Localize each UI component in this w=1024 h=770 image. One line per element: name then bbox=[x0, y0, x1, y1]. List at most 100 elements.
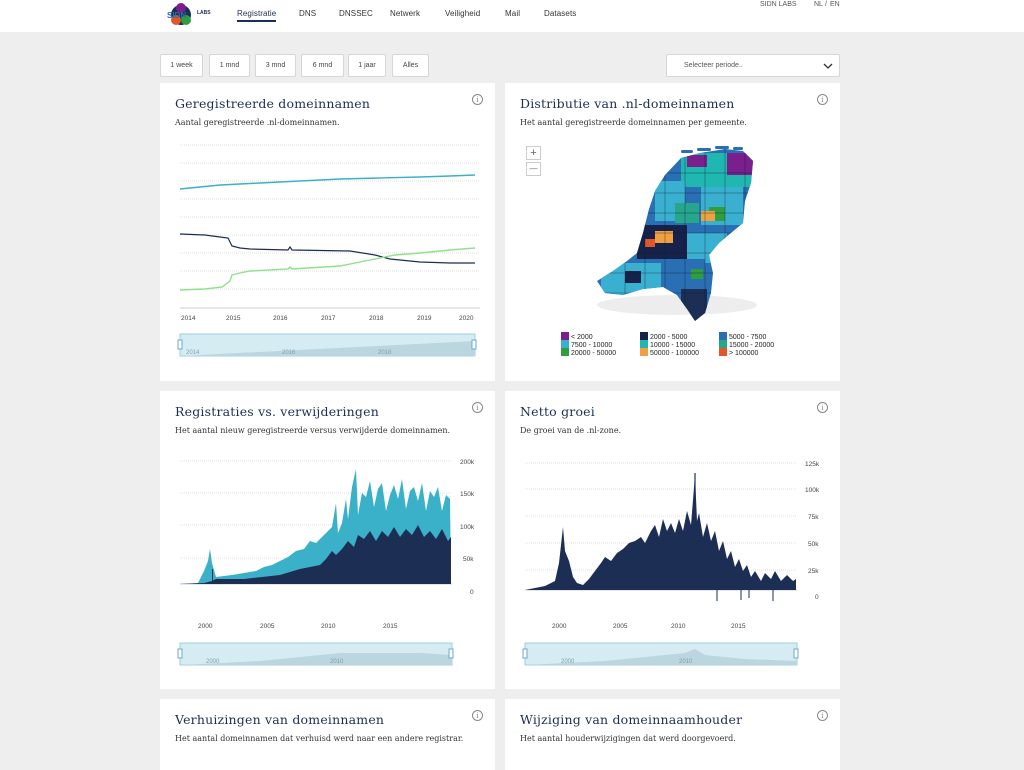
x-tick: 2015 bbox=[731, 623, 746, 630]
navigator-tick: 2000 bbox=[561, 659, 575, 665]
legend-swatch bbox=[561, 348, 569, 356]
negative-spikes bbox=[716, 590, 774, 601]
series-total-line bbox=[179, 174, 476, 190]
legend-item: 20000 - 50000 bbox=[561, 348, 616, 357]
navigator-tick: 2016 bbox=[282, 350, 296, 356]
y-tick: 25k bbox=[808, 568, 819, 575]
y-tick: 50k bbox=[808, 541, 819, 548]
nav-veiligheid[interactable]: Veiligheid bbox=[445, 9, 480, 18]
card-title: Verhuizingen van domeinnamen bbox=[175, 712, 385, 727]
net-growth-area bbox=[525, 475, 796, 590]
period-1-month-button[interactable]: 1 mnd bbox=[209, 54, 250, 77]
card-subtitle: Het aantal domeinnamen dat verhuisd werd… bbox=[175, 734, 464, 743]
registered-domains-chart: 2014 2015 2016 2017 2018 2019 2020 2014 … bbox=[177, 144, 480, 357]
legend-swatch bbox=[719, 348, 727, 356]
registrations-vs-deletions-chart: 200k 150k 100k 50k 0 2000 2005 2010 2015… bbox=[177, 459, 475, 666]
range-navigator[interactable]: 2000 2010 bbox=[177, 642, 454, 666]
y-tick: 200k bbox=[460, 459, 475, 466]
info-icon[interactable]: i bbox=[472, 710, 483, 721]
navigator-handle-right bbox=[471, 339, 477, 350]
distribution-card: Distributie van .nl-domeinnamen Het aant… bbox=[505, 83, 840, 381]
navigator-handle-left bbox=[522, 648, 528, 659]
y-tick: 150k bbox=[460, 491, 475, 498]
legend-swatch bbox=[561, 332, 569, 340]
x-tick: 2000 bbox=[552, 623, 567, 630]
x-tick: 2018 bbox=[369, 315, 384, 322]
card-subtitle: Het aantal houderwijzigingen dat werd do… bbox=[520, 734, 736, 743]
legend-item: 50000 - 100000 bbox=[640, 348, 699, 357]
legend-swatch bbox=[640, 332, 648, 340]
x-tick: 2015 bbox=[226, 315, 241, 322]
series-green-line bbox=[179, 247, 476, 291]
nav-dns[interactable]: DNS bbox=[299, 9, 316, 18]
y-tick: 75k bbox=[808, 514, 819, 521]
x-tick: 2005 bbox=[613, 623, 628, 630]
x-tick: 2020 bbox=[459, 315, 474, 322]
nav-dnssec[interactable]: DNSSEC bbox=[339, 9, 373, 18]
period-3-month-button[interactable]: 3 mnd bbox=[255, 54, 296, 77]
y-tick: 125k bbox=[805, 461, 820, 468]
nav-datasets[interactable]: Datasets bbox=[544, 9, 576, 18]
period-1-week-button[interactable]: 1 week bbox=[160, 54, 203, 77]
x-tick: 2010 bbox=[321, 623, 336, 630]
nav-registratie[interactable]: Registratie bbox=[237, 9, 277, 22]
nav-mail[interactable]: Mail bbox=[505, 9, 520, 18]
lang-en-link[interactable]: EN bbox=[830, 1, 840, 8]
period-1-year-button[interactable]: 1 jaar bbox=[348, 54, 386, 77]
x-tick: 2010 bbox=[671, 623, 686, 630]
period-select-placeholder: Selecteer periode.. bbox=[684, 62, 743, 69]
x-tick: 2019 bbox=[417, 315, 432, 322]
navigator-handle-right bbox=[793, 648, 799, 659]
chevron-down-icon bbox=[823, 63, 833, 69]
holder-changes-card: Wijziging van domeinnaamhouder Het aanta… bbox=[505, 699, 840, 770]
lang-nl-link[interactable]: NL bbox=[814, 1, 823, 8]
net-growth-chart: 125k 100k 75k 50k 25k 0 2000 2005 2010 2… bbox=[522, 461, 820, 666]
deletions-spike bbox=[212, 569, 213, 584]
legend-swatch bbox=[640, 340, 648, 348]
top-navigation-bar: SIDN LABS Registratie DNS DNSSEC Netwerk… bbox=[0, 0, 1024, 32]
legend-swatch bbox=[719, 340, 727, 348]
x-tick: 2000 bbox=[198, 623, 213, 630]
legend-swatch bbox=[561, 340, 569, 348]
navigator-tick: 2010 bbox=[679, 659, 693, 665]
x-tick: 2015 bbox=[383, 623, 398, 630]
period-6-month-button[interactable]: 6 mnd bbox=[301, 54, 344, 77]
y-tick: 0 bbox=[815, 594, 819, 601]
navigator-handle-left bbox=[177, 648, 183, 659]
nav-netwerk[interactable]: Netwerk bbox=[390, 9, 420, 18]
period-all-button[interactable]: Alles bbox=[392, 54, 429, 77]
gridlines bbox=[180, 144, 480, 290]
sidn-labs-logo[interactable]: SIDN LABS bbox=[166, 2, 214, 26]
y-tick: 50k bbox=[463, 556, 474, 563]
series-dark-line bbox=[179, 233, 475, 264]
navigator-tick: 2000 bbox=[206, 659, 220, 665]
net-growth-card: Netto groei De groei van de .nl-zone. i … bbox=[505, 391, 840, 689]
x-tick: 2017 bbox=[321, 315, 336, 322]
y-tick: 0 bbox=[470, 589, 474, 596]
navigator-handle-left bbox=[177, 339, 183, 350]
period-select[interactable]: Selecteer periode.. bbox=[666, 54, 840, 77]
registrations-vs-deletions-card: Registraties vs. verwijderingen Het aant… bbox=[160, 391, 495, 689]
legend-swatch bbox=[640, 348, 648, 356]
y-tick: 100k bbox=[460, 524, 475, 531]
navigator-handle-right bbox=[448, 648, 454, 659]
range-navigator[interactable]: 2000 2010 bbox=[522, 642, 799, 666]
logo-sub-text: LABS bbox=[197, 10, 211, 16]
logo-text: SIDN bbox=[167, 11, 186, 20]
legend-swatch bbox=[719, 332, 727, 340]
registered-domains-card: Geregistreerde domeinnamen Aantal geregi… bbox=[160, 83, 495, 381]
navigator-tick: 2010 bbox=[330, 659, 344, 665]
x-tick: 2014 bbox=[181, 315, 196, 322]
range-navigator[interactable]: 2014 2016 2018 bbox=[177, 333, 477, 357]
legend-item: > 100000 bbox=[719, 348, 758, 357]
x-tick: 2005 bbox=[260, 623, 275, 630]
sidn-labs-link[interactable]: SIDN LABS bbox=[760, 1, 797, 8]
x-tick: 2016 bbox=[273, 315, 288, 322]
card-title: Wijziging van domeinnaamhouder bbox=[520, 712, 743, 727]
navigator-tick: 2014 bbox=[186, 350, 200, 356]
y-tick: 100k bbox=[805, 487, 820, 494]
info-icon[interactable]: i bbox=[817, 710, 828, 721]
navigator-tick: 2018 bbox=[378, 350, 392, 356]
domain-moves-card: Verhuizingen van domeinnamen Het aantal … bbox=[160, 699, 495, 770]
lang-separator: / bbox=[825, 1, 827, 8]
